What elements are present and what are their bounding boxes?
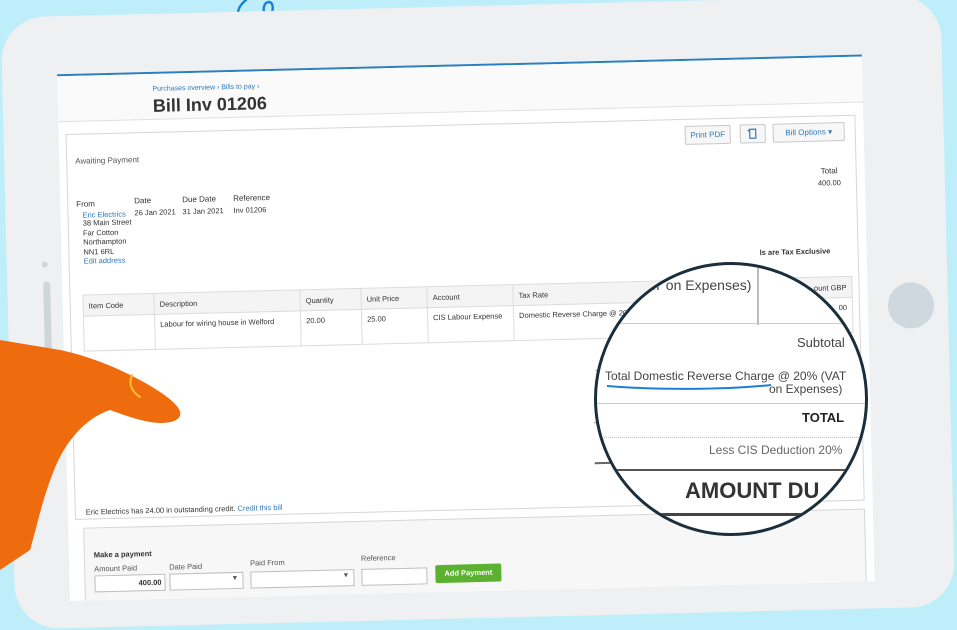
magnifier-divider: [597, 437, 865, 438]
unit-price-cell[interactable]: 25.00: [361, 307, 429, 345]
copy-button[interactable]: [739, 123, 766, 144]
magnifier-divider: [597, 403, 865, 404]
due-date-value: 31 Jan 2021: [182, 206, 224, 217]
credit-this-bill-link[interactable]: Credit this bill: [237, 503, 282, 513]
magnified-column-header: VAT on Expenses): [637, 277, 752, 293]
quantity-cell[interactable]: 20.00: [300, 309, 363, 346]
reference-label: Reference: [233, 193, 271, 203]
tablet-home-button[interactable]: [887, 281, 935, 329]
amount-paid-input[interactable]: 400.00: [94, 573, 166, 593]
reference-pay-label: Reference: [360, 553, 396, 563]
description-cell[interactable]: Labour for wiring house in Welford: [154, 310, 302, 350]
date-label: Date: [134, 195, 152, 206]
item-code-cell[interactable]: [83, 314, 156, 352]
reference-input[interactable]: [361, 567, 428, 586]
magnifier-divider: [597, 323, 865, 324]
status-label: Awaiting Payment: [75, 155, 140, 166]
breadcrumb[interactable]: Purchases overview › Bills to pay ›: [152, 83, 259, 93]
date-value: 26 Jan 2021: [134, 207, 176, 218]
chevron-down-icon: ▼: [231, 574, 239, 583]
due-date-label: Due Date: [182, 194, 217, 205]
total-value: 400.00: [817, 178, 842, 188]
edit-address-link[interactable]: Edit address: [84, 255, 133, 266]
magnified-subtotal: Subtotal: [797, 335, 845, 350]
add-payment-button[interactable]: Add Payment: [435, 563, 502, 584]
magnified-amount-due: AMOUNT DU: [685, 478, 820, 503]
page-title: Bill Inv 01206: [152, 93, 268, 116]
chevron-down-icon: ▼: [342, 572, 350, 580]
magnified-vat-line1: Total Domestic Reverse Charge @ 20% (VAT: [605, 369, 847, 383]
address-line: Northampton: [83, 236, 127, 247]
magnifier-column-rule: [757, 265, 759, 325]
total-label: Total: [820, 166, 838, 176]
amounts-are-label: ls are Tax Exclusive: [759, 246, 831, 258]
supplier-address: 38 Main Street Far Cotton Northampton NN…: [83, 217, 133, 266]
magnified-cis: Less CIS Deduction 20%: [709, 443, 843, 457]
tablet-side-button: [43, 281, 52, 358]
magnified-vat-line2: on Expenses): [769, 382, 843, 396]
magnifier-divider: [597, 469, 865, 471]
col-quantity: Quantity: [299, 288, 362, 311]
col-item-code: Item Code: [82, 293, 155, 317]
copy-icon: [747, 128, 757, 139]
underline-annotation: [606, 384, 772, 390]
from-label: From: [76, 199, 96, 209]
account-cell[interactable]: CIS Labour Expense: [427, 305, 515, 343]
paid-from-select[interactable]: ▼: [250, 569, 355, 589]
paid-from-label: Paid From: [249, 557, 285, 568]
print-pdf-button[interactable]: Print PDF: [684, 124, 731, 145]
page-header: Purchases overview › Bills to pay › Bill…: [57, 56, 863, 123]
magnifier-lens: VAT on Expenses) Subtotal Total Domestic…: [594, 262, 868, 536]
tablet-camera: [41, 261, 48, 268]
col-account: Account: [426, 284, 514, 308]
magnifier-divider: [597, 513, 865, 516]
address-line: 38 Main Street: [82, 217, 132, 228]
date-paid-label: Date Paid: [169, 561, 203, 572]
date-paid-select[interactable]: ▼: [169, 571, 244, 591]
amount-paid-label: Amount Paid: [94, 563, 138, 574]
col-unit-price: Unit Price: [360, 286, 428, 310]
magnified-total: TOTAL: [802, 410, 845, 425]
bill-options-button[interactable]: Bill Options ▾: [772, 121, 845, 143]
reference-value: Inv 01206: [233, 205, 267, 215]
payment-heading: Make a payment: [93, 549, 152, 560]
